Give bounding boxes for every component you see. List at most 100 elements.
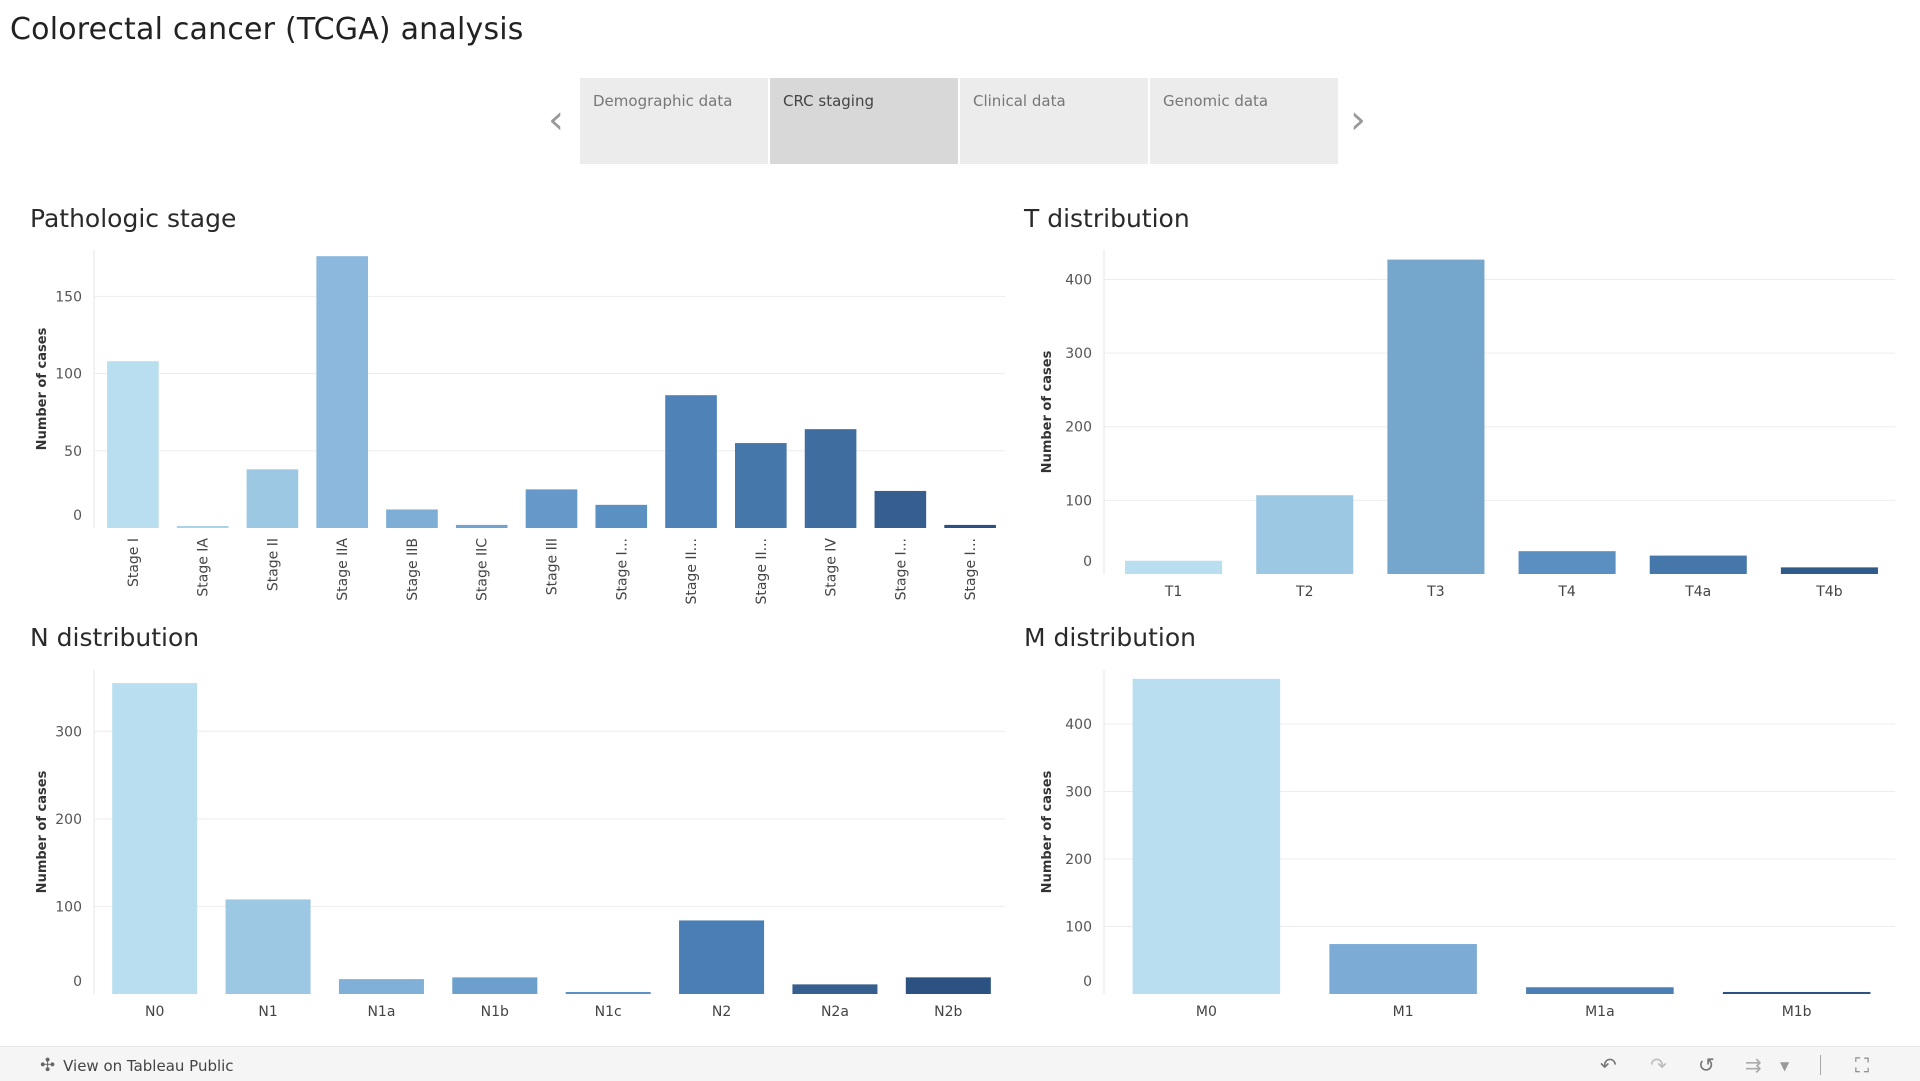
x-tick-label: Stage I... [614, 538, 630, 600]
x-tick-label: Stage IV [824, 538, 840, 597]
x-tick-label: N1 [258, 1004, 277, 1020]
y-tick-label: 300 [1065, 346, 1092, 362]
m-distribution-chart: 0 100 200 300 400 Number of cases M0 M1 M1a M1b [1040, 670, 1895, 1020]
chevron-down-icon[interactable]: ▼ [1780, 1059, 1789, 1073]
x-tick-label: T1 [1164, 584, 1182, 600]
x-tick-label: M1a [1585, 1004, 1615, 1020]
bar[interactable] [1526, 987, 1674, 994]
y-tick-label: 0 [1083, 974, 1092, 990]
bar[interactable] [665, 395, 717, 528]
x-tick-label: M1 [1393, 1004, 1414, 1020]
bar[interactable] [679, 920, 765, 994]
chart-title-m-distribution: M distribution [1024, 623, 1196, 652]
bar[interactable] [905, 977, 991, 994]
x-tick-label: N0 [145, 1004, 164, 1020]
revert-icon[interactable]: ↺ [1698, 1053, 1715, 1077]
x-tick-label: Stage IIA [335, 538, 351, 601]
next-tab-chevron-icon[interactable]: › [1350, 96, 1366, 144]
x-tick-label: N2b [934, 1004, 962, 1020]
bar[interactable] [246, 469, 299, 528]
x-tick-label: T3 [1426, 584, 1444, 600]
bar[interactable] [112, 683, 198, 994]
bar[interactable] [386, 509, 438, 528]
bar[interactable] [944, 524, 996, 528]
bar[interactable] [734, 443, 787, 528]
x-tick-label: M1b [1782, 1004, 1812, 1020]
bar[interactable] [1387, 259, 1485, 574]
bar[interactable] [338, 979, 424, 994]
x-tick-label: N1a [367, 1004, 395, 1020]
bar[interactable] [176, 526, 229, 528]
page-title: Colorectal cancer (TCGA) analysis [10, 12, 524, 47]
bar[interactable] [595, 504, 648, 528]
y-tick-label: 50 [64, 444, 82, 460]
x-tick-label: Stage II... [684, 538, 700, 605]
y-tick-label: 300 [1065, 785, 1092, 801]
bar[interactable] [565, 992, 651, 994]
bar[interactable] [452, 977, 538, 994]
x-tick-label: T2 [1295, 584, 1313, 600]
x-tick-label: M0 [1196, 1004, 1217, 1020]
tab-crc-staging[interactable]: CRC staging [770, 78, 958, 164]
bar[interactable] [1256, 495, 1354, 574]
tab-demographic-data[interactable]: Demographic data [580, 78, 768, 164]
tab-genomic-data[interactable]: Genomic data [1150, 78, 1338, 164]
bar[interactable] [792, 984, 878, 994]
bar[interactable] [1329, 944, 1477, 994]
y-tick-label: 400 [1065, 272, 1092, 288]
bar[interactable] [874, 490, 927, 528]
bar[interactable] [1132, 678, 1281, 994]
toolbar-divider [1820, 1055, 1821, 1075]
view-on-tableau-link[interactable]: ✣ View on Tableau Public [40, 1055, 234, 1076]
x-tick-label: T4 [1557, 584, 1576, 600]
y-tick-label: 200 [1065, 852, 1092, 868]
x-tick-label: Stage I... [963, 538, 979, 600]
fullscreen-icon[interactable]: ⛶ [1855, 1053, 1869, 1077]
prev-tab-chevron-icon[interactable]: ‹ [548, 96, 564, 144]
x-tick-label: T4b [1815, 584, 1842, 600]
y-tick-label: 100 [1065, 493, 1092, 509]
footer-bar: ✣ View on Tableau Public ↶ ↷ ↺ ⇉ ▼ ⛶ [0, 1046, 1920, 1081]
x-tick-label: N1b [481, 1004, 509, 1020]
bar[interactable] [804, 429, 857, 528]
undo-icon[interactable]: ↶ [1600, 1053, 1617, 1077]
y-tick-label: 100 [55, 899, 82, 915]
bar[interactable] [107, 361, 159, 528]
n-distribution-chart: 0 100 200 300 Number of cases N0 N1 N1a N1b N1c N2… [35, 670, 1005, 1020]
y-tick-label: 200 [55, 812, 82, 828]
y-tick-label: 400 [1065, 717, 1092, 733]
y-tick-label: 0 [73, 508, 82, 524]
t-distribution-chart: 0 100 200 300 400 Number of cases T1 T2 T3 T4 T4a T… [1040, 250, 1895, 600]
bar[interactable] [1125, 560, 1223, 574]
bar[interactable] [1780, 567, 1878, 574]
y-axis-label: Number of cases [1040, 350, 1055, 473]
x-tick-label: Stage III [545, 538, 561, 595]
x-tick-label: Stage IIC [475, 538, 491, 601]
y-tick-label: 0 [73, 974, 82, 990]
chart-title-pathologic-stage: Pathologic stage [30, 204, 237, 233]
x-tick-label: Stage IIB [405, 538, 421, 601]
redo-icon[interactable]: ↷ [1650, 1053, 1667, 1077]
chart-title-t-distribution: T distribution [1024, 204, 1190, 233]
y-tick-label: 100 [55, 367, 82, 383]
x-tick-label: N2a [821, 1004, 849, 1020]
pathologic-stage-chart: 0 50 100 150 Number of cases Stage I Stage IA S… [35, 250, 1005, 605]
tab-clinical-data[interactable]: Clinical data [960, 78, 1148, 164]
tableau-logo-icon: ✣ [40, 1055, 56, 1076]
x-tick-label: N2 [712, 1004, 731, 1020]
y-axis-label: Number of cases [35, 770, 50, 893]
bar[interactable] [225, 899, 311, 994]
bar[interactable] [525, 489, 578, 528]
bar[interactable] [316, 256, 369, 528]
forward-icon[interactable]: ⇉ [1745, 1053, 1762, 1077]
y-tick-label: 0 [1083, 554, 1092, 570]
x-tick-label: N1c [595, 1004, 622, 1020]
story-tabs: Demographic data CRC staging Clinical da… [580, 78, 1340, 164]
x-tick-label: Stage II [265, 538, 281, 591]
bar[interactable] [1518, 551, 1616, 574]
x-tick-label: Stage IA [196, 538, 212, 597]
bar[interactable] [1649, 555, 1747, 574]
bar[interactable] [455, 524, 508, 528]
y-tick-label: 300 [55, 724, 82, 740]
bar[interactable] [1722, 991, 1871, 994]
